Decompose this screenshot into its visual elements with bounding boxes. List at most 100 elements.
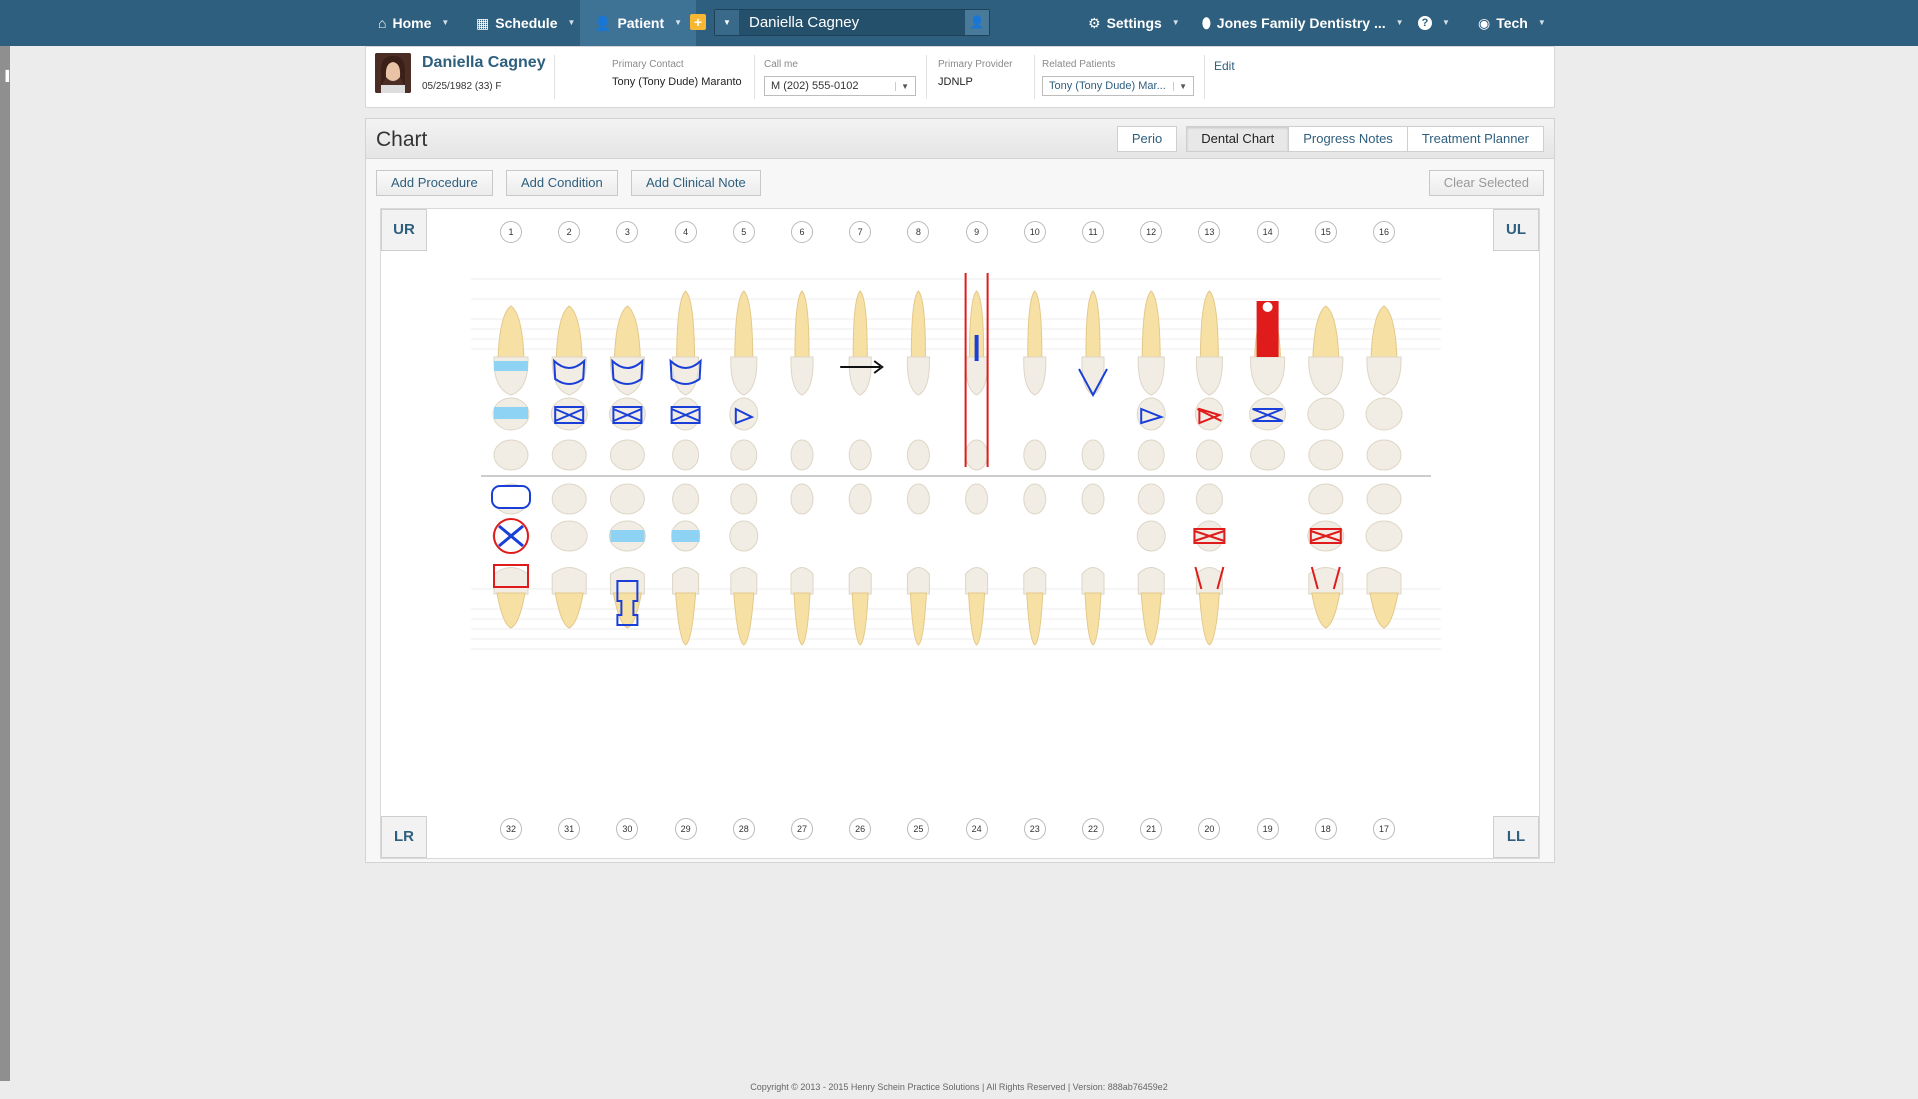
patient-lookup-icon[interactable]: 👤 — [965, 10, 989, 35]
tooth-number-10[interactable]: 10 — [1023, 221, 1046, 243]
tooth-lingual-12 — [1137, 439, 1165, 471]
add-condition-button[interactable]: Add Condition — [506, 170, 618, 196]
tooth-crown-31 — [551, 567, 587, 595]
calendar-icon: ▦ — [476, 15, 490, 31]
sealant-mark-1 — [494, 361, 528, 371]
tooth-number-11[interactable]: 11 — [1082, 221, 1104, 243]
tooth-lingual-26 — [848, 483, 872, 515]
tooth-number-28[interactable]: 28 — [732, 818, 755, 840]
nav-user-label: Tech — [1496, 15, 1528, 31]
quadrant-ll[interactable]: LL — [1493, 816, 1539, 858]
tooth-number-31[interactable]: 31 — [558, 818, 581, 840]
dental-chart-canvas[interactable]: UR UL LR LL 1 2 3 4 5 6 7 8 9 10 11 12 13 14 15 16 32 31… — [380, 208, 1540, 859]
edit-link[interactable]: Edit — [1214, 59, 1235, 73]
tooth-occlusal-21 — [1136, 520, 1166, 552]
avatar — [375, 53, 411, 93]
tooth-crown-7 — [848, 356, 872, 396]
nav-user[interactable]: ◉ Tech ▼ — [1478, 0, 1546, 46]
tab-dental-chart[interactable]: Dental Chart — [1186, 126, 1290, 152]
nav-home-label: Home — [392, 15, 432, 31]
chevron-down-icon: ▼ — [1395, 18, 1404, 27]
grip-icon: ▐ — [2, 71, 10, 82]
tab-perio[interactable]: Perio — [1116, 126, 1178, 152]
tab-treatment-planner[interactable]: Treatment Planner — [1406, 126, 1544, 152]
tooth-lingual-22 — [1081, 483, 1105, 515]
call-me-select[interactable]: M (202) 555-0102 ▼ — [764, 76, 916, 96]
tooth-number-25[interactable]: 25 — [907, 818, 930, 840]
tooth-number-19[interactable]: 19 — [1256, 818, 1279, 840]
tooth-number-4[interactable]: 4 — [674, 221, 697, 243]
quadrant-ul[interactable]: UL — [1493, 209, 1539, 251]
nav-location[interactable]: ⬮ Jones Family Dentistry ... ▼ — [1202, 0, 1404, 46]
related-patients-value: Tony (Tony Dude) Mar... — [1049, 80, 1166, 92]
related-patients-select[interactable]: Tony (Tony Dude) Mar... ▼ — [1042, 76, 1194, 96]
add-patient-icon[interactable]: + — [690, 14, 706, 30]
tooth-lingual-18 — [1308, 483, 1344, 515]
tooth-crown-32 — [493, 567, 529, 595]
tooth-number-15[interactable]: 15 — [1314, 221, 1337, 243]
call-me-field: Call me M (202) 555-0102 ▼ — [764, 59, 916, 96]
tooth-occlusal-31 — [550, 520, 588, 552]
tooth-root-7 — [852, 290, 868, 360]
tooth-crown-15 — [1308, 356, 1344, 396]
add-procedure-button[interactable]: Add Procedure — [376, 170, 493, 196]
side-drawer-handle[interactable]: ▐ — [0, 46, 10, 1081]
chevron-down-icon[interactable]: ▼ — [715, 10, 739, 35]
tooth-number-27[interactable]: 27 — [791, 818, 813, 840]
tooth-number-9[interactable]: 9 — [965, 221, 988, 243]
tooth-number-22[interactable]: 22 — [1082, 818, 1104, 840]
nav-help[interactable]: ? ▼ — [1418, 0, 1450, 46]
tooth-number-26[interactable]: 26 — [849, 818, 872, 840]
tooth-number-30[interactable]: 30 — [616, 818, 639, 840]
tooth-lingual-29 — [672, 483, 700, 515]
tooth-lingual-11 — [1081, 439, 1105, 471]
tooth-number-13[interactable]: 13 — [1198, 221, 1221, 243]
tooth-number-7[interactable]: 7 — [849, 221, 872, 243]
tooth-number-17[interactable]: 17 — [1373, 818, 1395, 840]
tooth-number-20[interactable]: 20 — [1198, 818, 1221, 840]
tooth-root-1 — [497, 305, 525, 360]
tooth-root-23 — [1026, 592, 1044, 646]
tooth-number-23[interactable]: 23 — [1023, 818, 1046, 840]
tooth-number-16[interactable]: 16 — [1373, 221, 1395, 243]
nav-schedule[interactable]: ▦ Schedule ▼ — [476, 0, 575, 46]
nav-home[interactable]: ⌂ Home ▼ — [378, 0, 449, 46]
tooth-number-21[interactable]: 21 — [1140, 818, 1163, 840]
tooth-crown-16 — [1366, 356, 1402, 396]
tooth-number-8[interactable]: 8 — [907, 221, 930, 243]
tooth-crown-17 — [1366, 567, 1402, 595]
quadrant-ur[interactable]: UR — [381, 209, 427, 251]
tooth-lingual-13 — [1195, 439, 1223, 471]
tooth-number-24[interactable]: 24 — [965, 818, 988, 840]
nav-settings[interactable]: ⚙ Settings ▼ — [1088, 0, 1180, 46]
nav-location-label: Jones Family Dentistry ... — [1216, 15, 1386, 31]
tooth-crown-6 — [790, 356, 814, 396]
tooth-number-14[interactable]: 14 — [1256, 221, 1279, 243]
tooth-crown-21 — [1137, 567, 1165, 595]
tooth-number-6[interactable]: 6 — [791, 221, 813, 243]
tooth-number-12[interactable]: 12 — [1140, 221, 1163, 243]
nav-patient[interactable]: 👤 Patient ▼ — [580, 0, 697, 46]
add-clinical-note-button[interactable]: Add Clinical Note — [631, 170, 761, 196]
tooth-lingual-28 — [730, 483, 758, 515]
tooth-number-32[interactable]: 32 — [500, 818, 522, 840]
tooth-crown-9 — [965, 356, 989, 396]
tooth-number-5[interactable]: 5 — [732, 221, 755, 243]
quadrant-lr[interactable]: LR — [381, 816, 427, 858]
nav-settings-label: Settings — [1106, 15, 1162, 31]
tooth-root-21 — [1140, 592, 1162, 646]
patient-search-input[interactable]: ▼ Daniella Cagney 👤 — [714, 9, 990, 36]
tooth-number-1[interactable]: 1 — [500, 221, 522, 243]
tab-progress-notes[interactable]: Progress Notes — [1288, 126, 1408, 152]
tooth-number-3[interactable]: 3 — [616, 221, 639, 243]
primary-contact-label: Primary Contact — [612, 59, 684, 70]
clear-selected-button[interactable]: Clear Selected — [1428, 170, 1544, 196]
patient-name[interactable]: Daniella Cagney — [422, 54, 546, 72]
tooth-number-18[interactable]: 18 — [1314, 818, 1337, 840]
tooth-number-29[interactable]: 29 — [674, 818, 697, 840]
nav-patient-label: Patient — [617, 15, 665, 31]
tooth-root-18 — [1311, 592, 1341, 629]
tooth-root-4 — [676, 290, 696, 360]
tooth-root-10 — [1027, 290, 1043, 360]
tooth-number-2[interactable]: 2 — [558, 221, 581, 243]
